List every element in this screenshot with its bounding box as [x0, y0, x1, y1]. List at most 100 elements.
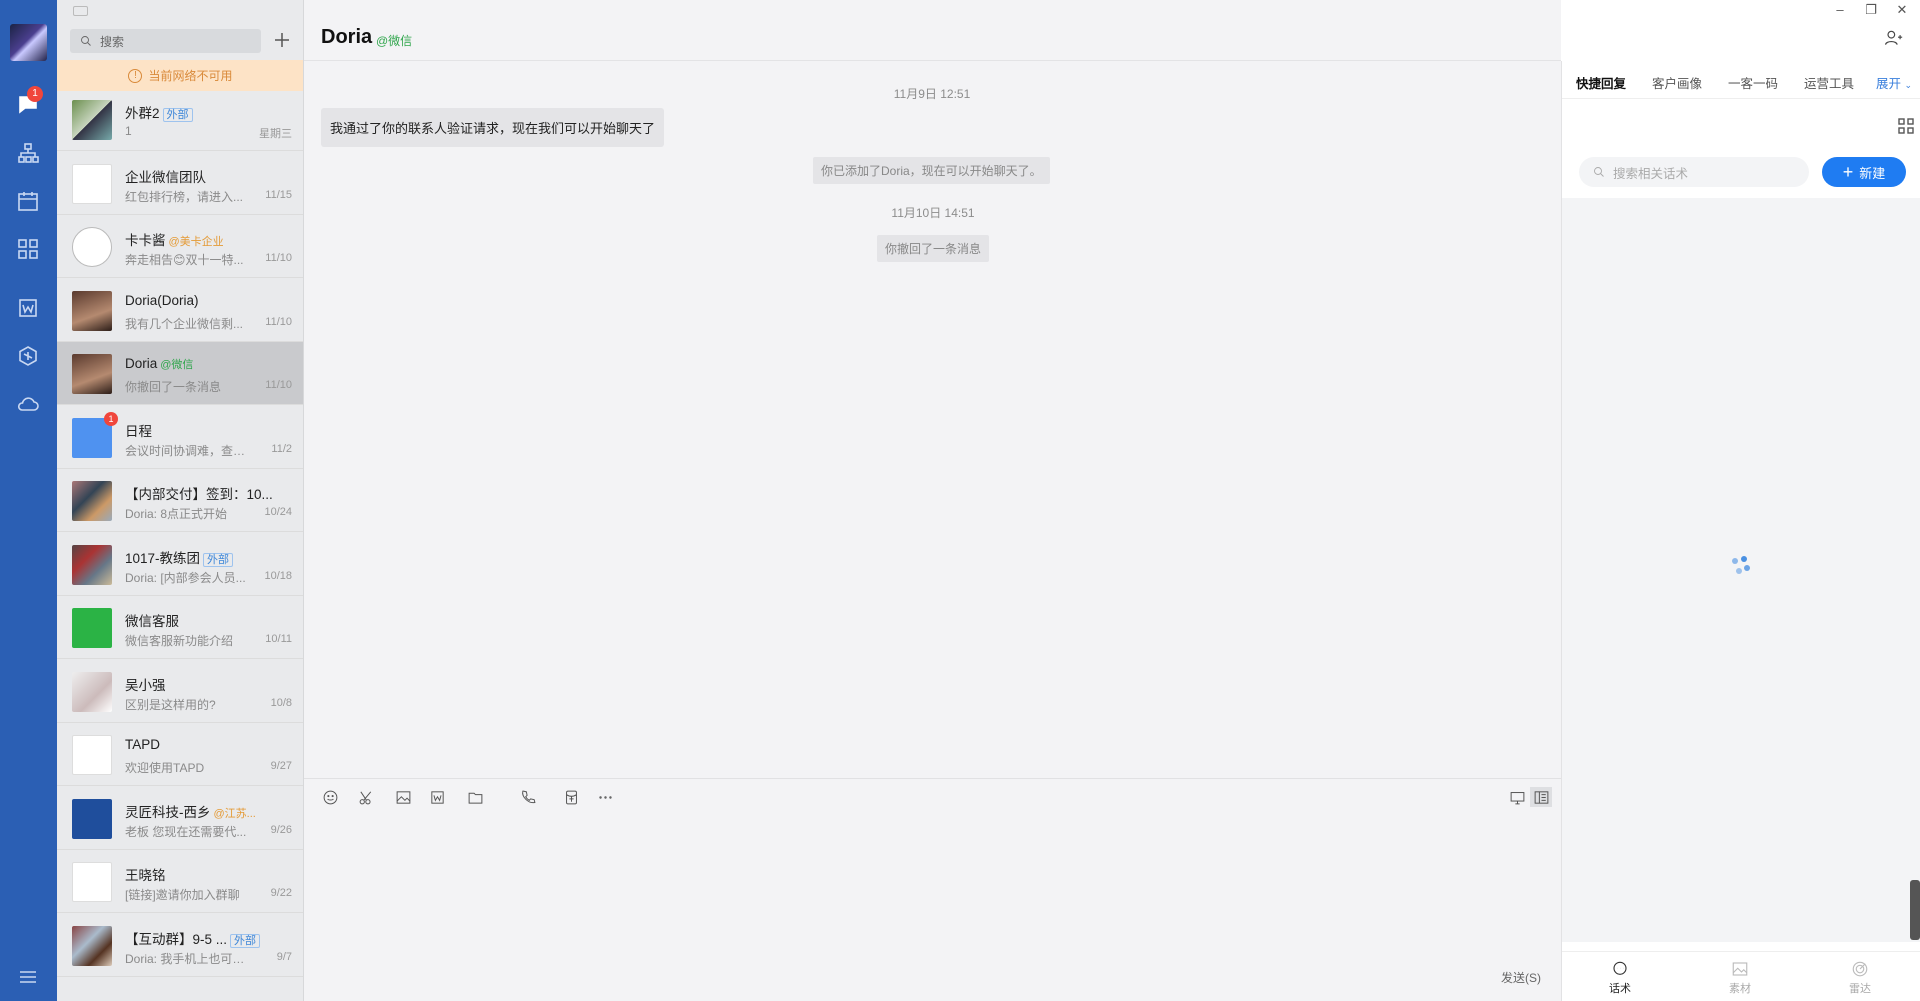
conversation-item[interactable]: 微信客服微信客服新功能介绍 10/11 [57, 596, 303, 659]
new-button-label: 新建 [1859, 165, 1886, 181]
conversation-preview: 欢迎使用TAPD [125, 761, 205, 775]
conversation-item[interactable]: 1 日程 会议时间协调难，查看... 11/2 [57, 406, 303, 469]
conversation-time: 10/8 [270, 696, 292, 709]
conversation-name-text: 【互动群】9-5 ... [125, 931, 228, 947]
floating-tool-handle[interactable] [1910, 880, 1920, 940]
conversation-name-text: 日程 [125, 423, 152, 439]
conversation-name-text: TAPD [125, 737, 161, 752]
footer-tab-radar[interactable]: 雷达 [1830, 960, 1890, 996]
conversation-item[interactable]: 王晓铭 [链接]邀请你加入群聊 9/22 [57, 850, 303, 913]
conversation-name-text: 吴小强 [125, 677, 166, 693]
red-packet-icon[interactable] [560, 787, 582, 807]
menu-icon[interactable] [14, 963, 42, 991]
script-search-placeholder: 搜索相关话术 [1613, 166, 1689, 181]
conversation-tag: 外部 [162, 108, 193, 122]
conversation-item[interactable]: 卡卡酱 @美卡企业奔走相告😊双十一特... 11/10 [57, 215, 303, 278]
conversation-preview: 微信客服新功能介绍 [125, 634, 234, 648]
network-warning-banner: ! 当前网络不可用 [57, 60, 303, 91]
tab-customer-profile[interactable]: 客户画像 [1652, 73, 1702, 92]
emoji-icon[interactable] [319, 787, 341, 807]
conversation-preview: 我有几个企业微信剩... [125, 316, 244, 331]
tab-operation-tools[interactable]: 运营工具 [1804, 73, 1854, 92]
minimize-icon[interactable]: – [1831, 2, 1849, 18]
conversation-tag: 外部 [203, 552, 234, 567]
conversation-list: 搜索 ! 当前网络不可用 外群2 外部 1 星期三 企业微信团队 红包排行榜，请进入...… [57, 0, 304, 1001]
conversation-item[interactable]: Doria @微信 你撤回了一条消息 11/10 [57, 342, 303, 405]
conversation-name: Doria(Doria) [125, 293, 199, 308]
conversation-item[interactable]: 【互动群】9-5 ... 外部 Doria: 我手机上也可以... 9/7 [57, 914, 303, 977]
sidebar-panel-icon[interactable] [1530, 787, 1552, 807]
conversation-item[interactable]: 【内部交付】签到：10... Doria: 8点正式开始 10/24 [57, 469, 303, 532]
org-chart-icon[interactable] [14, 139, 42, 167]
conversation-avatar [72, 227, 112, 267]
conversation-name: 王晓铭 [125, 864, 166, 884]
tab-expand[interactable]: 展开 ⌄ [1876, 73, 1912, 92]
conversation-item[interactable]: Doria(Doria) 我有几个企业微信剩... 11/10 [57, 279, 303, 342]
chat-unread-badge: 1 [27, 86, 43, 102]
workbench-icon[interactable] [14, 235, 42, 263]
conversation-item[interactable]: TAPD 欢迎使用TAPD 9/27 [57, 723, 303, 786]
conversation-name-text: 外群2 [125, 106, 160, 121]
conversation-tag: @江苏... [213, 807, 256, 820]
restore-icon[interactable]: ❐ [1862, 2, 1880, 18]
new-script-button[interactable]: + 新建 [1822, 157, 1906, 187]
screenshot-icon[interactable] [355, 787, 377, 807]
add-member-icon[interactable] [1883, 28, 1903, 48]
send-button[interactable]: 发送(S) [1501, 969, 1541, 986]
screen-share-icon[interactable] [1506, 787, 1528, 807]
apps-hexagon-icon[interactable] [14, 342, 42, 370]
conversation-item[interactable]: 吴小强区别是这样用的? 10/8 [57, 660, 303, 723]
conversation-item[interactable]: 灵匠科技-西乡 @江苏... 老板 您现在还需要代... 9/26 [57, 787, 303, 850]
incoming-message[interactable]: 我通过了你的联系人验证请求，现在我们可以开始聊天了 [321, 108, 665, 147]
close-icon[interactable]: ✕ [1893, 2, 1911, 18]
user-avatar[interactable] [10, 24, 47, 61]
app-rail: 1 [0, 0, 57, 1001]
conversation-time: 9/7 [276, 950, 292, 963]
conversation-preview: 奔走相告😊双十一特... [125, 253, 244, 267]
chat-bubble-icon [1613, 961, 1627, 975]
chat-title: Doria [321, 26, 373, 48]
script-search-input[interactable]: 搜索相关话术 [1579, 157, 1809, 187]
sidebar-toggle-icon[interactable] [73, 6, 88, 16]
conversation-avatar [72, 481, 112, 521]
conversation-name: 企业微信团队 [125, 166, 206, 186]
chat-pane: Doria @微信 11月9日 12:51 我通过了你的联系人验证请求，现在我们… [304, 0, 1561, 1001]
doc-icon[interactable] [426, 787, 448, 807]
image-icon[interactable] [392, 787, 414, 807]
conversation-item[interactable]: 企业微信团队 红包排行榜，请进入... 11/15 [57, 152, 303, 215]
more-icon[interactable] [594, 787, 616, 807]
conversation-item[interactable]: 1017-教练团 外部 Doria: [内部参会人员... 10/18 [57, 533, 303, 596]
conversation-preview: Doria: [内部参会人员... [125, 570, 246, 585]
quick-reply-panel: 快捷回复 客户画像 一客一码 运营工具 展开 ⌄ 搜索相关话术 + 新建 话术 … [1561, 61, 1920, 1001]
conversation-avatar [72, 163, 112, 204]
footer-tab-scripts[interactable]: 话术 [1590, 960, 1650, 996]
conversation-time: 10/11 [265, 633, 292, 645]
cloud-drive-icon[interactable] [14, 390, 42, 418]
qr-grid-icon[interactable] [1898, 118, 1914, 134]
calendar-icon[interactable] [14, 187, 42, 215]
tab-quick-reply[interactable]: 快捷回复 [1576, 73, 1626, 92]
conversation-avatar [72, 608, 112, 648]
conversation-avatar [72, 290, 112, 331]
conversation-tag: @美卡企业 [168, 236, 224, 248]
add-button[interactable] [270, 28, 294, 52]
phone-icon[interactable] [517, 787, 539, 807]
tab-one-customer-code[interactable]: 一客一码 [1728, 73, 1778, 92]
conversation-time: 11/10 [265, 315, 292, 328]
footer-label: 素材 [1729, 983, 1751, 995]
conversation-name: TAPD [125, 737, 160, 752]
conversation-name: 日程 [125, 420, 152, 440]
footer-tab-materials[interactable]: 素材 [1710, 960, 1770, 996]
conversation-item[interactable]: 外群2 外部 1 星期三 [57, 88, 303, 151]
conversation-preview: 区别是这样用的? [125, 697, 216, 712]
system-message: 你已添加了Doria，现在可以开始聊天了。 [813, 157, 1050, 184]
conversation-name: 卡卡酱 @美卡企业 [125, 229, 224, 249]
folder-icon[interactable] [464, 787, 486, 807]
conversation-name-text: 1017-教练团 [125, 550, 201, 566]
conversation-name: 微信客服 [125, 610, 179, 630]
conversation-time: 11/10 [265, 252, 292, 264]
document-icon[interactable] [14, 294, 42, 322]
search-icon [81, 36, 91, 46]
conversation-name-text: 微信客服 [125, 614, 179, 629]
search-input[interactable]: 搜索 [70, 29, 261, 53]
